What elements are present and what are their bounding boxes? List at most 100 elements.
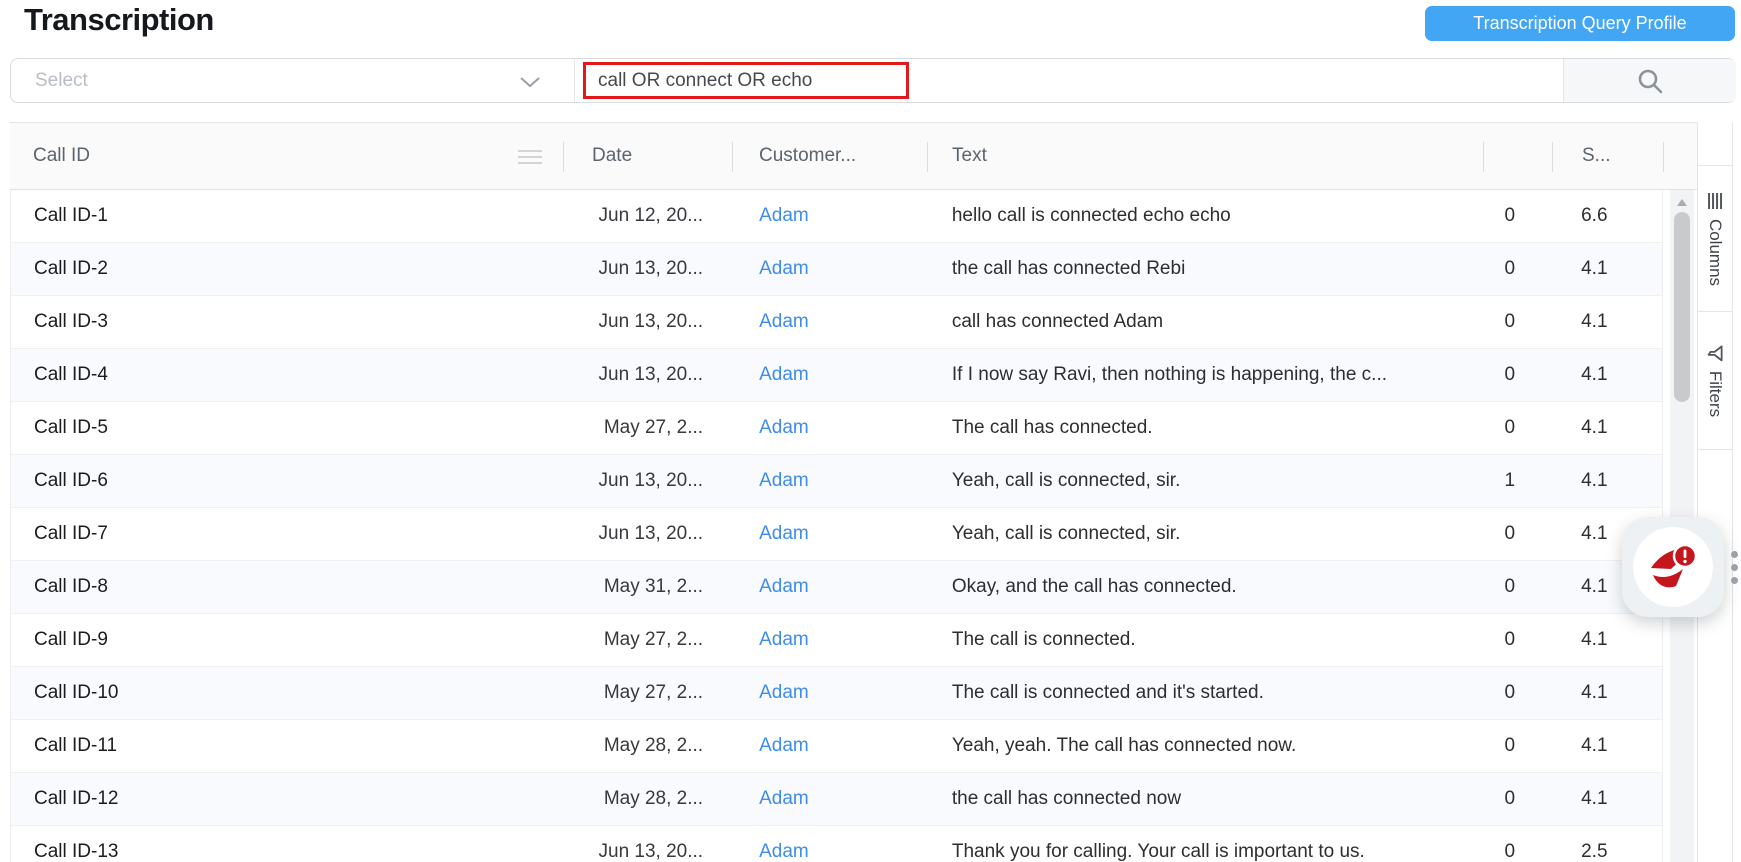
cell-call-id: Call ID-6: [11, 470, 563, 492]
column-header-date[interactable]: Date: [563, 145, 732, 167]
select-dropdown[interactable]: Select: [11, 59, 574, 102]
column-header-customer[interactable]: Customer...: [732, 145, 927, 167]
column-header-text[interactable]: Text: [927, 145, 1483, 167]
table-row[interactable]: Call ID-8May 31, 2...AdamOkay, and the c…: [11, 561, 1662, 614]
cell-score: 4.1: [1551, 311, 1662, 333]
cell-score: 4.1: [1551, 364, 1662, 386]
tab-filters[interactable]: Filters: [1698, 312, 1732, 450]
cell-date: May 28, 2...: [563, 735, 732, 757]
table-row[interactable]: Call ID-11May 28, 2...AdamYeah, yeah. Th…: [11, 720, 1662, 773]
cell-count: 1: [1482, 470, 1551, 492]
cell-score: 6.6: [1551, 205, 1662, 227]
header-divider: [1552, 142, 1553, 172]
header-divider: [927, 142, 928, 172]
cell-call-id: Call ID-11: [11, 735, 563, 757]
cell-customer[interactable]: Adam: [732, 629, 927, 651]
cell-count: 0: [1482, 735, 1551, 757]
cell-score: 4.1: [1551, 470, 1662, 492]
table-row[interactable]: Call ID-9May 27, 2...AdamThe call is con…: [11, 614, 1662, 667]
cell-customer[interactable]: Adam: [732, 576, 927, 598]
tab-columns[interactable]: Columns: [1698, 165, 1732, 312]
cell-text: Yeah, call is connected, sir.: [927, 470, 1482, 492]
cell-call-id: Call ID-8: [11, 576, 563, 598]
filter-icon: [1707, 344, 1724, 361]
cell-call-id: Call ID-9: [11, 629, 563, 651]
cell-count: 0: [1482, 576, 1551, 598]
cell-date: Jun 13, 20...: [563, 841, 732, 862]
cell-score: 4.1: [1551, 417, 1662, 439]
table-row[interactable]: Call ID-4Jun 13, 20...AdamIf I now say R…: [11, 349, 1662, 402]
widget-drag-handle[interactable]: [1731, 551, 1738, 590]
cell-text: The call has connected.: [927, 417, 1482, 439]
divider: [574, 59, 575, 102]
tab-filters-label: Filters: [1705, 370, 1725, 416]
column-header-call-id[interactable]: Call ID: [10, 145, 563, 167]
cell-date: Jun 13, 20...: [563, 258, 732, 280]
header-divider: [1663, 142, 1664, 172]
cell-score: 4.1: [1551, 682, 1662, 704]
cell-text: The call is connected and it's started.: [927, 682, 1482, 704]
cell-text: Okay, and the call has connected.: [927, 576, 1482, 598]
magnifier-icon: [1636, 67, 1664, 95]
cell-text: If I now say Ravi, then nothing is happe…: [927, 364, 1482, 386]
cell-date: Jun 13, 20...: [563, 523, 732, 545]
scroll-up-arrow-icon[interactable]: [1677, 199, 1687, 206]
cell-call-id: Call ID-7: [11, 523, 563, 545]
cell-customer[interactable]: Adam: [732, 364, 927, 386]
cell-text: call has connected Adam: [927, 311, 1482, 333]
table-row[interactable]: Call ID-6Jun 13, 20...AdamYeah, call is …: [11, 455, 1662, 508]
cell-date: May 28, 2...: [563, 788, 732, 810]
column-header-score[interactable]: S...: [1552, 145, 1663, 167]
table-row[interactable]: Call ID-2Jun 13, 20...Adamthe call has c…: [11, 243, 1662, 296]
assistant-widget-button[interactable]: [1622, 517, 1724, 617]
cell-customer[interactable]: Adam: [732, 523, 927, 545]
cell-count: 0: [1482, 523, 1551, 545]
cell-customer[interactable]: Adam: [732, 417, 927, 439]
widget-circle: [1633, 527, 1713, 607]
table-row[interactable]: Call ID-10May 27, 2...AdamThe call is co…: [11, 667, 1662, 720]
cell-customer[interactable]: Adam: [732, 258, 927, 280]
table-row[interactable]: Call ID-7Jun 13, 20...AdamYeah, call is …: [11, 508, 1662, 561]
cell-text: the call has connected Rebi: [927, 258, 1482, 280]
cell-date: Jun 13, 20...: [563, 470, 732, 492]
cell-count: 0: [1482, 258, 1551, 280]
cell-customer[interactable]: Adam: [732, 841, 927, 862]
cell-count: 0: [1482, 629, 1551, 651]
cell-customer[interactable]: Adam: [732, 205, 927, 227]
table-rows: Call ID-1Jun 12, 20...Adamhello call is …: [10, 190, 1663, 862]
cell-count: 0: [1482, 364, 1551, 386]
alert-logo-icon: [1645, 541, 1701, 593]
cell-customer[interactable]: Adam: [732, 788, 927, 810]
transcription-query-profile-button[interactable]: Transcription Query Profile: [1425, 6, 1735, 41]
cell-date: May 31, 2...: [563, 576, 732, 598]
cell-customer[interactable]: Adam: [732, 682, 927, 704]
cell-date: May 27, 2...: [563, 417, 732, 439]
cell-count: 0: [1482, 682, 1551, 704]
cell-customer[interactable]: Adam: [732, 735, 927, 757]
header-divider: [1483, 142, 1484, 172]
table-row[interactable]: Call ID-5May 27, 2...AdamThe call has co…: [11, 402, 1662, 455]
vertical-scrollbar-thumb[interactable]: [1674, 212, 1690, 402]
cell-text: Yeah, call is connected, sir.: [927, 523, 1482, 545]
cell-text: Yeah, yeah. The call has connected now.: [927, 735, 1482, 757]
table-row[interactable]: Call ID-3Jun 13, 20...Adamcall has conne…: [11, 296, 1662, 349]
table-row[interactable]: Call ID-12May 28, 2...Adamthe call has c…: [11, 773, 1662, 826]
cell-customer[interactable]: Adam: [732, 470, 927, 492]
cell-count: 0: [1482, 311, 1551, 333]
search-button[interactable]: [1564, 59, 1736, 102]
search-query-input[interactable]: [598, 63, 1478, 98]
cell-call-id: Call ID-2: [11, 258, 563, 280]
column-menu-icon[interactable]: [518, 150, 542, 168]
table-row[interactable]: Call ID-1Jun 12, 20...Adamhello call is …: [11, 190, 1662, 243]
table-row[interactable]: Call ID-13Jun 13, 20...AdamThank you for…: [11, 826, 1662, 862]
cell-count: 0: [1482, 788, 1551, 810]
cell-customer[interactable]: Adam: [732, 311, 927, 333]
cell-date: Jun 13, 20...: [563, 311, 732, 333]
cell-call-id: Call ID-10: [11, 682, 563, 704]
cell-count: 0: [1482, 205, 1551, 227]
table-header: Call ID Date Customer... Text S...: [10, 122, 1697, 190]
cell-text: the call has connected now: [927, 788, 1482, 810]
chevron-down-icon: [519, 76, 541, 88]
cell-text: Thank you for calling. Your call is impo…: [927, 841, 1482, 862]
cell-score: 4.1: [1551, 258, 1662, 280]
